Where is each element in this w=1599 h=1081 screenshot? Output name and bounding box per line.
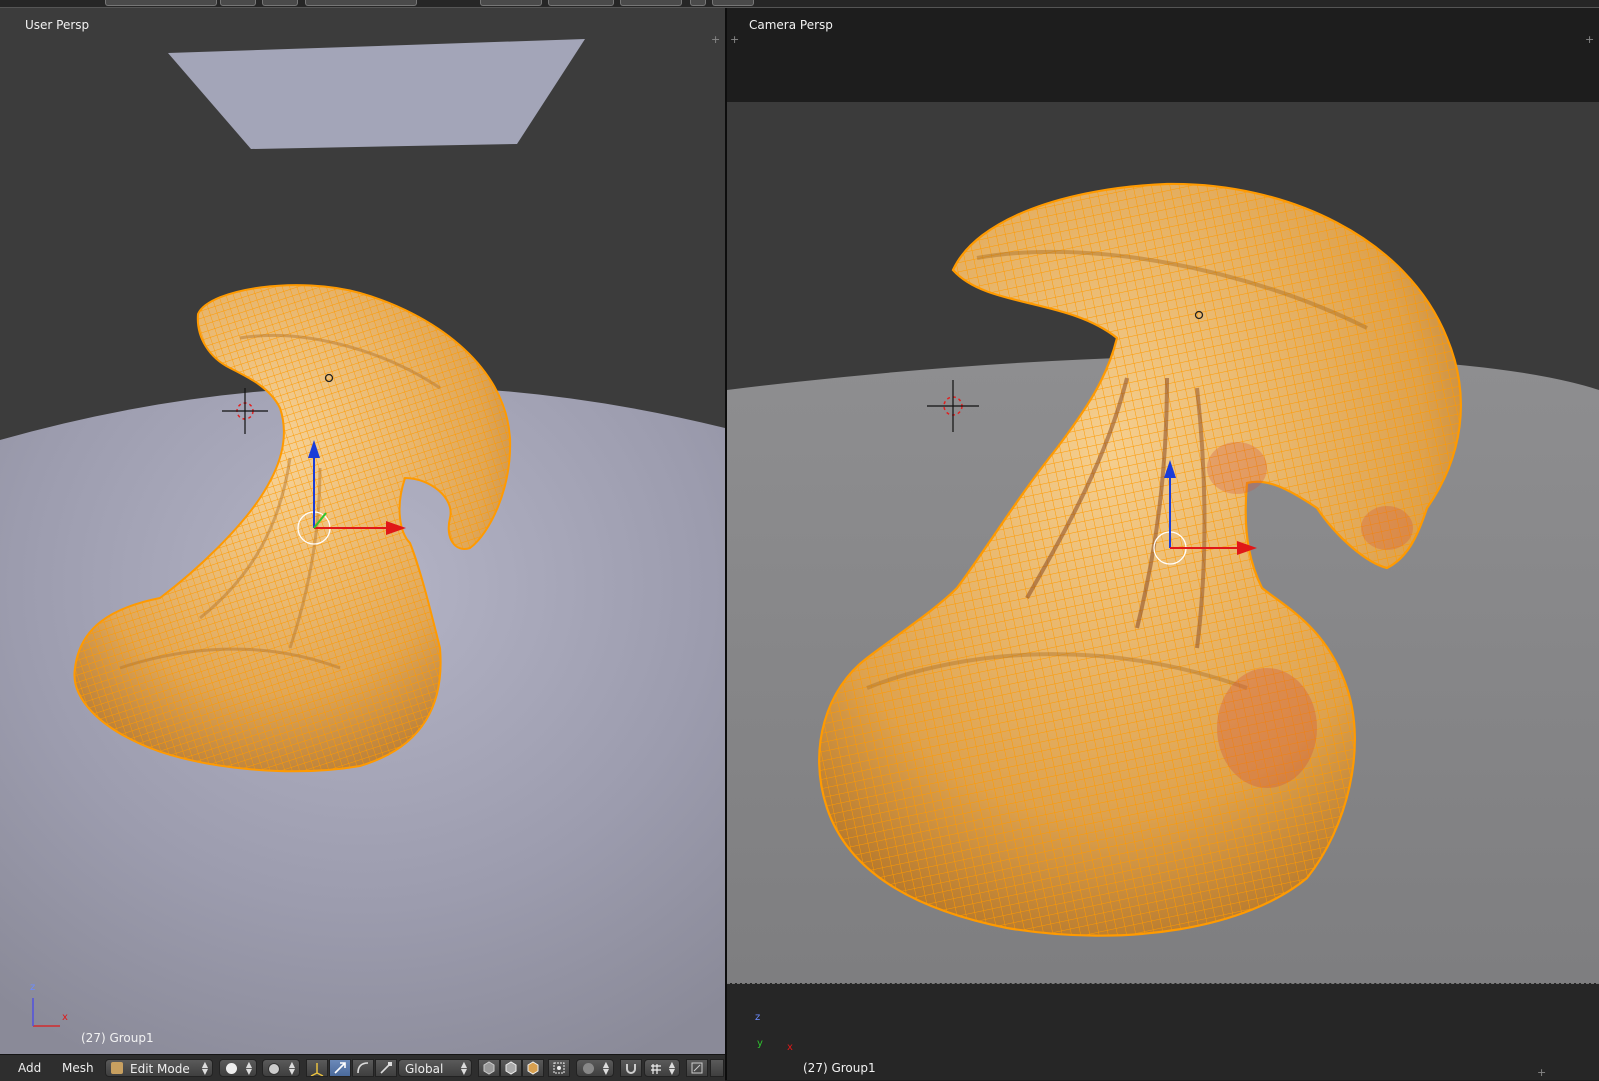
add-menu[interactable]: Add xyxy=(12,1059,47,1077)
translate-arrow-icon xyxy=(334,1062,346,1074)
top-menu-button[interactable] xyxy=(712,0,754,6)
top-menu-button[interactable] xyxy=(262,0,298,6)
top-menu-button[interactable] xyxy=(690,0,706,6)
pivot-icon xyxy=(268,1063,280,1075)
limit-selection-visible-button[interactable] xyxy=(548,1059,570,1077)
vertex-select-icon xyxy=(483,1061,495,1075)
viewport-corner-plus[interactable]: + xyxy=(1537,1067,1546,1078)
top-menu-button[interactable] xyxy=(480,0,542,6)
dropdown-arrows-icon: ▲ ▼ xyxy=(668,1060,675,1076)
mode-dropdown[interactable]: Edit Mode ▲ ▼ xyxy=(105,1059,213,1077)
manipulator-toggle[interactable] xyxy=(306,1059,328,1077)
viewport-corner-plus[interactable]: + xyxy=(1585,34,1594,45)
object-group-label: (27) Group1 xyxy=(81,1031,154,1045)
area-lamp-plane xyxy=(168,39,585,149)
face-select-mode-button[interactable] xyxy=(522,1059,544,1077)
render-icon xyxy=(691,1062,703,1074)
render-preview-button[interactable] xyxy=(686,1059,708,1077)
top-menu-button[interactable] xyxy=(305,0,417,6)
camera-persp-viewport[interactable]: Camera Persp + + + z y x (27) Group1 xyxy=(727,8,1599,1080)
axis-z-label-right: z xyxy=(755,1012,761,1023)
viewport-label-user-persp: User Persp xyxy=(25,18,90,32)
axis-z-label: z xyxy=(30,982,36,993)
translate-manipulator-button[interactable] xyxy=(329,1059,351,1077)
magnet-icon xyxy=(626,1064,636,1074)
transform-orientation-dropdown[interactable]: Global ▲ ▼ xyxy=(398,1059,472,1077)
viewport-shading-dropdown[interactable]: ▲ ▼ xyxy=(219,1059,257,1077)
orientation-value: Global xyxy=(405,1062,444,1076)
manipulator-axes-icon xyxy=(310,1063,324,1077)
edge-select-icon xyxy=(505,1061,517,1075)
viewport-corner-plus[interactable]: + xyxy=(730,34,739,45)
snap-toggle-button[interactable] xyxy=(620,1059,642,1077)
axis-x-label: x xyxy=(62,1012,68,1023)
shading-sphere-icon xyxy=(226,1063,237,1074)
top-menu-button[interactable] xyxy=(548,0,614,6)
dropdown-arrows-icon: ▲ ▼ xyxy=(288,1060,295,1076)
dropdown-arrows-icon: ▲ ▼ xyxy=(602,1060,609,1076)
axis-y-label-right: y xyxy=(757,1038,763,1049)
mode-dropdown-value: Edit Mode xyxy=(130,1062,190,1076)
vertex-select-mode-button[interactable] xyxy=(478,1059,500,1077)
proportional-edit-icon xyxy=(583,1063,594,1074)
object-group-label-right: (27) Group1 xyxy=(803,1061,876,1075)
scale-manipulator-button[interactable] xyxy=(375,1059,397,1077)
rotate-arc-icon xyxy=(357,1062,369,1074)
proportional-editing-dropdown[interactable]: ▲ ▼ xyxy=(576,1059,614,1077)
3d-view-header: Add Mesh Edit Mode ▲ ▼ ▲ ▼ ▲ ▼ Global ▲ ▼ xyxy=(0,1054,725,1081)
snap-grid-icon xyxy=(651,1064,661,1074)
viewport-label-camera-persp: Camera Persp xyxy=(749,18,833,32)
dropdown-arrows-icon: ▲ ▼ xyxy=(201,1060,208,1076)
top-menu-button[interactable] xyxy=(105,0,217,6)
scale-icon xyxy=(380,1062,392,1074)
snap-element-dropdown[interactable]: ▲ ▼ xyxy=(644,1059,680,1077)
overflow-button[interactable] xyxy=(710,1059,724,1077)
rotate-manipulator-button[interactable] xyxy=(352,1059,374,1077)
edge-select-mode-button[interactable] xyxy=(500,1059,522,1077)
viewport-scene-left xyxy=(0,39,725,1054)
user-persp-viewport[interactable]: User Persp + z x (27) Group1 xyxy=(0,8,725,1054)
axis-x-label-right: x xyxy=(787,1042,793,1053)
dropdown-arrows-icon: ▲ ▼ xyxy=(245,1060,252,1076)
top-header-strip xyxy=(0,0,1599,8)
dropdown-arrows-icon: ▲ ▼ xyxy=(460,1060,467,1076)
viewport-corner-plus[interactable]: + xyxy=(711,34,720,45)
pivot-point-dropdown[interactable]: ▲ ▼ xyxy=(262,1059,300,1077)
occlude-geometry-icon xyxy=(553,1062,565,1074)
edit-mode-icon xyxy=(111,1062,123,1074)
viewport-scene-right xyxy=(727,102,1599,1056)
face-select-icon xyxy=(527,1061,539,1075)
mesh-menu[interactable]: Mesh xyxy=(56,1059,100,1077)
top-menu-button[interactable] xyxy=(220,0,256,6)
top-menu-button[interactable] xyxy=(620,0,682,6)
